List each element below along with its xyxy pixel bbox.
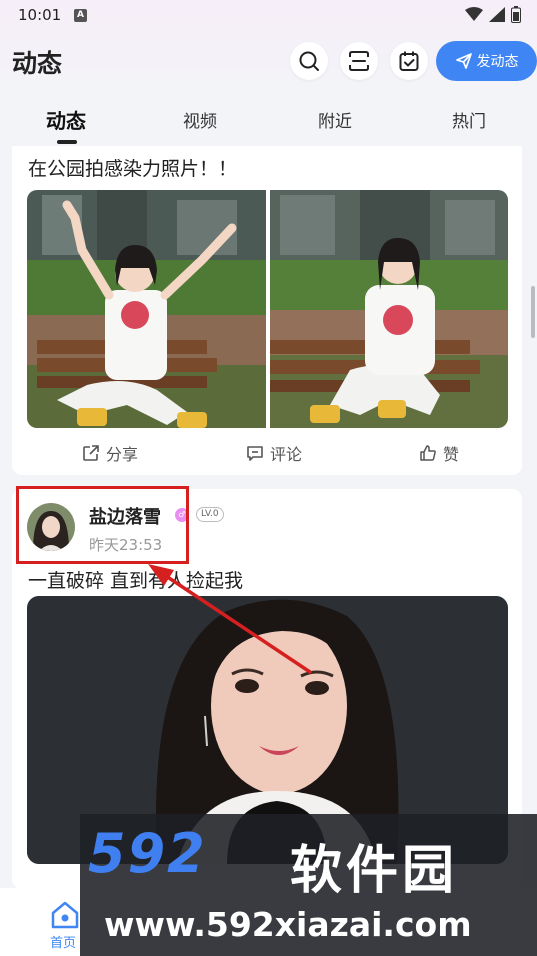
publish-post-label: 发动态 (476, 54, 519, 70)
highlight-box (16, 486, 189, 564)
battery-icon (511, 6, 521, 23)
tab-hot[interactable]: 热门 (452, 107, 486, 132)
post-photo-1[interactable] (27, 190, 266, 428)
share-label: 分享 (106, 445, 139, 464)
send-icon (455, 53, 472, 69)
home-icon[interactable] (50, 900, 80, 930)
search-button[interactable] (290, 42, 328, 80)
girl-sitting-on-bench-photo (270, 190, 508, 428)
tab-nearby[interactable]: 附近 (318, 107, 352, 132)
signal-icon (489, 7, 505, 22)
nav-home-label[interactable]: 首页 (50, 932, 76, 951)
status-time: 10:01 (18, 6, 62, 24)
page-title: 动态 (12, 49, 63, 78)
watermark-brand-cn: 软件园 (290, 841, 459, 901)
watermark-brand: 592 (88, 822, 207, 885)
comment-icon (247, 446, 263, 461)
checkin-calendar-icon (399, 51, 419, 71)
like-button[interactable]: 赞 (419, 441, 459, 465)
post-text: 在公园拍感染力照片！！ (28, 158, 238, 180)
active-tab-indicator (57, 140, 77, 144)
annotation-arrow (148, 564, 312, 674)
search-icon (299, 51, 319, 71)
level-badge: LV.0 (196, 507, 224, 522)
status-bar: 10:01 A (0, 0, 537, 32)
watermark-url: www.592xiazai.com (104, 905, 472, 944)
status-icons (465, 6, 521, 23)
wifi-icon (465, 7, 483, 21)
scan-icon (349, 51, 369, 71)
comment-button[interactable]: 评论 (246, 441, 302, 465)
tab-video[interactable]: 视频 (183, 107, 217, 132)
tab-dynamic[interactable]: 动态 (46, 105, 86, 134)
scrollbar-thumb[interactable] (531, 286, 535, 338)
comment-label: 评论 (270, 445, 303, 464)
post-photo-2[interactable] (270, 190, 508, 428)
status-indicator: A (74, 9, 87, 22)
girl-arms-raised-on-bench-photo (27, 190, 266, 428)
share-icon (83, 445, 99, 461)
share-button[interactable]: 分享 (82, 441, 138, 465)
thumbs-up-icon (420, 445, 436, 461)
scan-button[interactable] (340, 42, 378, 80)
publish-post-button[interactable]: 发动态 (436, 41, 537, 81)
checkin-button[interactable] (390, 42, 428, 80)
like-label: 赞 (443, 445, 460, 464)
